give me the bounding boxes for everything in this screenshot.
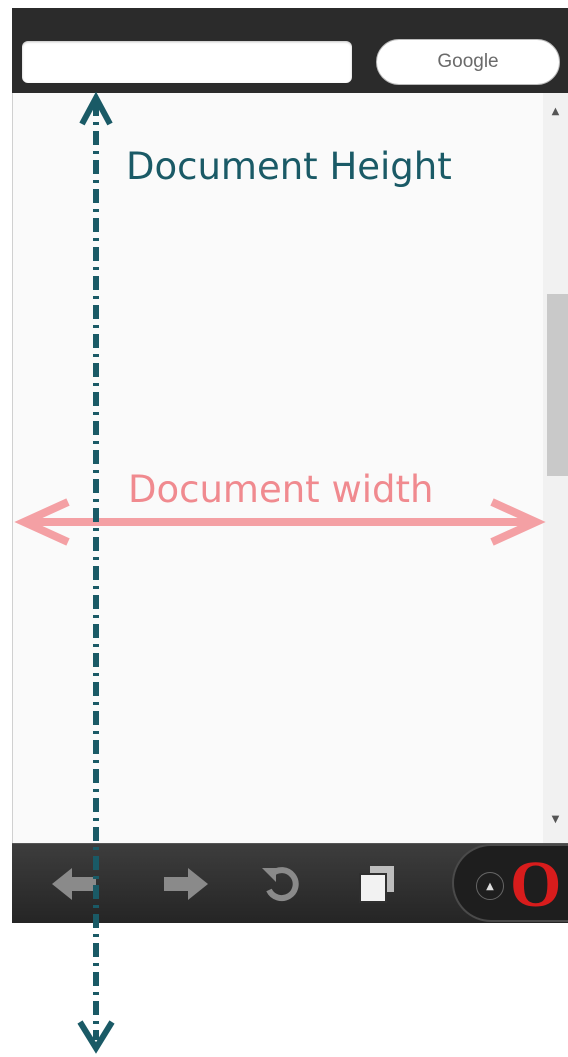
document-width-label: Document width xyxy=(128,468,434,511)
document-height-label: Document Height xyxy=(126,145,452,188)
height-arrow xyxy=(77,91,115,1054)
